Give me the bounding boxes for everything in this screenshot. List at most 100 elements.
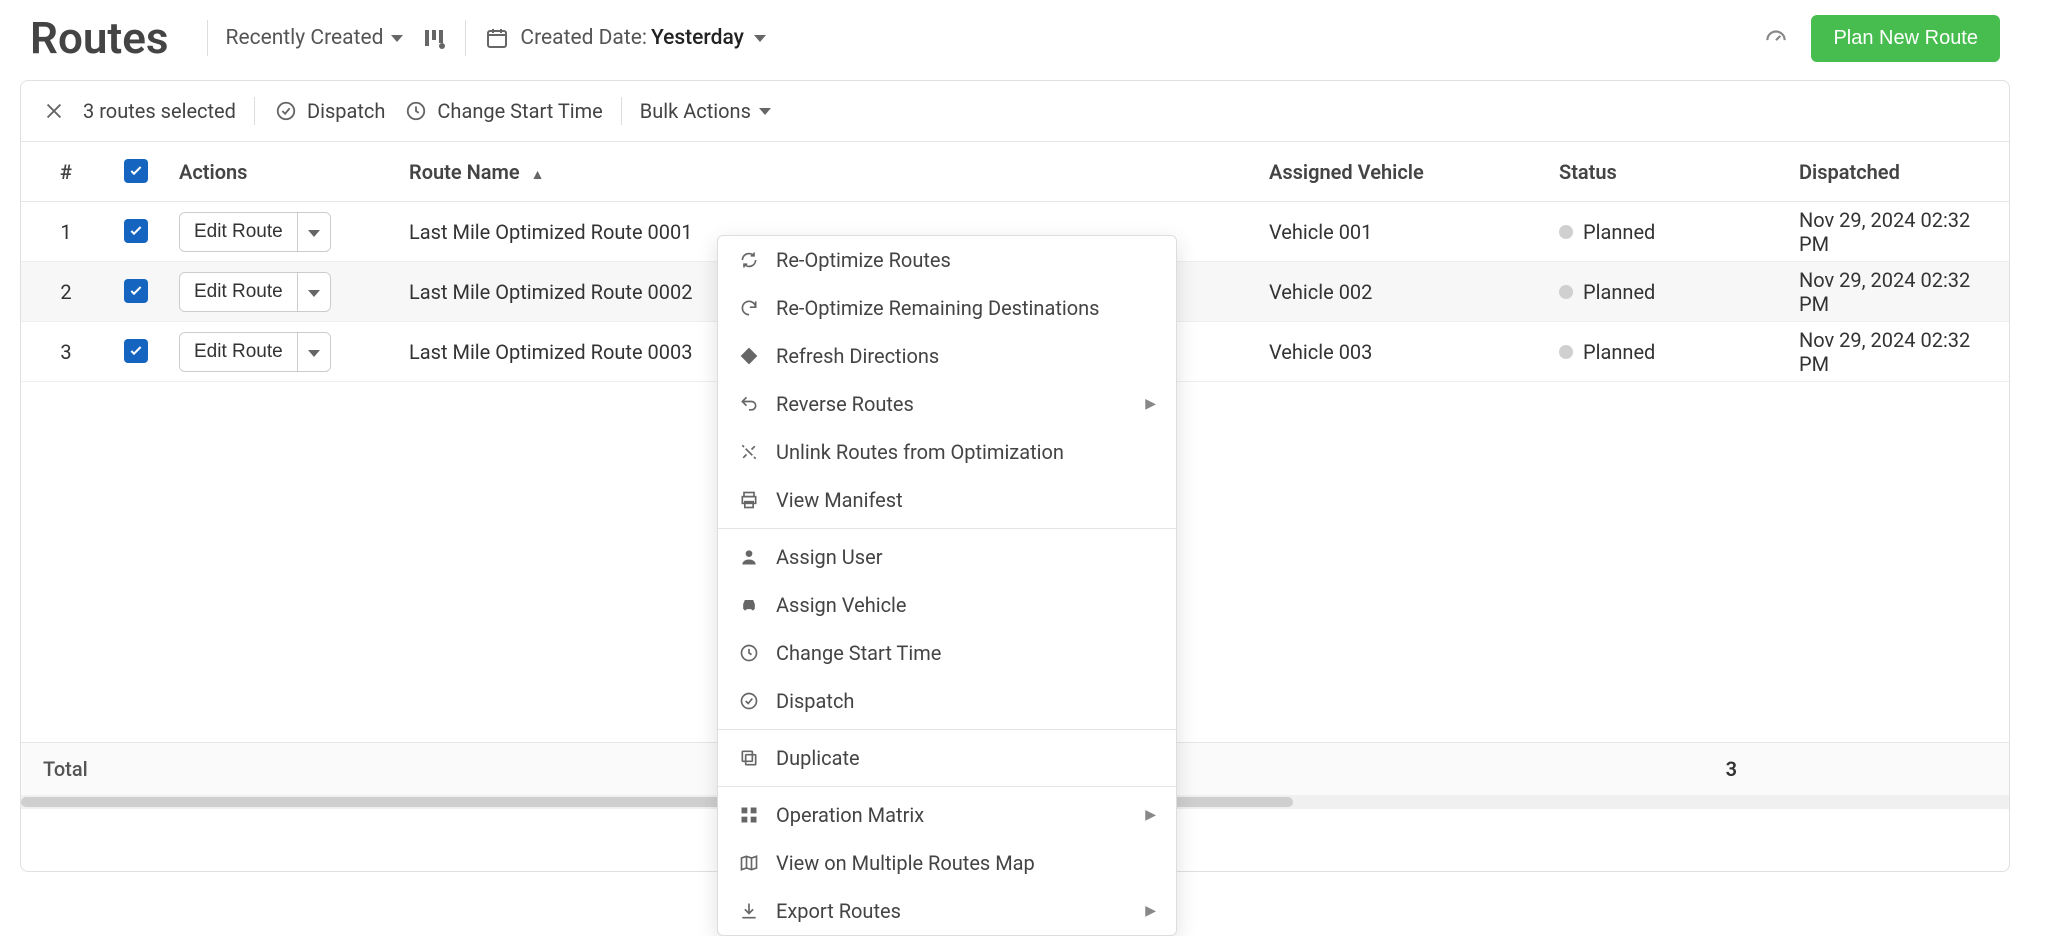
customize-columns-icon[interactable] — [421, 25, 447, 51]
row-number: 3 — [31, 340, 101, 364]
col-route-name[interactable]: Route Name ▲ — [401, 160, 1261, 184]
clock-icon — [403, 98, 429, 124]
status-label: Planned — [1583, 280, 1655, 304]
calendar-icon — [484, 25, 510, 51]
caret-down-icon — [754, 35, 766, 42]
menu-label: Assign User — [776, 545, 882, 569]
bulk-actions-dropdown[interactable]: Bulk Actions — [640, 99, 771, 123]
row-checkbox[interactable] — [101, 279, 171, 304]
menu-change-start-time[interactable]: Change Start Time — [718, 629, 1176, 677]
col-dispatched[interactable]: Dispatched — [1791, 160, 1999, 184]
view-filter-dropdown[interactable]: Recently Created — [226, 26, 404, 50]
menu-unlink-routes[interactable]: Unlink Routes from Optimization — [718, 428, 1176, 476]
status-label: Planned — [1583, 340, 1655, 364]
caret-down-icon — [308, 350, 320, 357]
menu-label: Dispatch — [776, 689, 854, 713]
created-date-filter[interactable]: Created Date: Yesterday — [520, 26, 766, 50]
menu-reoptimize-remaining[interactable]: Re-Optimize Remaining Destinations — [718, 284, 1176, 332]
total-label: Total — [43, 757, 88, 781]
menu-view-manifest[interactable]: View Manifest — [718, 476, 1176, 524]
menu-label: View Manifest — [776, 488, 903, 512]
row-status: Planned — [1551, 280, 1791, 304]
row-assigned-vehicle[interactable]: Vehicle 002 — [1261, 280, 1551, 304]
menu-assign-user[interactable]: Assign User — [718, 533, 1176, 581]
menu-label: View on Multiple Routes Map — [776, 851, 1035, 875]
edit-route-button[interactable]: Edit Route — [180, 213, 297, 251]
row-actions: Edit Route — [171, 332, 401, 372]
caret-down-icon — [391, 35, 403, 42]
bulk-actions-label: Bulk Actions — [640, 99, 751, 123]
edit-route-button[interactable]: Edit Route — [180, 333, 297, 371]
menu-separator — [718, 729, 1176, 730]
refresh-icon — [738, 249, 760, 271]
submenu-arrow-icon: ▶ — [1145, 903, 1156, 919]
speedometer-icon[interactable] — [1763, 25, 1789, 51]
row-actions: Edit Route — [171, 212, 401, 252]
view-filter-label: Recently Created — [226, 26, 384, 50]
edit-route-button-group: Edit Route — [179, 212, 331, 252]
edit-route-button[interactable]: Edit Route — [180, 273, 297, 311]
menu-operation-matrix[interactable]: Operation Matrix ▶ — [718, 791, 1176, 839]
created-date-label: Created Date: — [520, 26, 647, 50]
change-start-time-label: Change Start Time — [437, 99, 602, 123]
user-icon — [738, 546, 760, 568]
row-checkbox[interactable] — [101, 219, 171, 244]
status-dot-icon — [1559, 345, 1573, 359]
menu-view-multi-map[interactable]: View on Multiple Routes Map — [718, 839, 1176, 887]
menu-duplicate[interactable]: Duplicate — [718, 734, 1176, 782]
print-icon — [738, 489, 760, 511]
row-actions: Edit Route — [171, 272, 401, 312]
created-date-value: Yesterday — [651, 26, 744, 50]
undo-icon — [738, 393, 760, 415]
unlink-icon — [738, 441, 760, 463]
dispatch-icon — [738, 690, 760, 712]
row-status: Planned — [1551, 220, 1791, 244]
menu-reoptimize-routes[interactable]: Re-Optimize Routes — [718, 236, 1176, 284]
col-route-name-label: Route Name — [409, 160, 520, 184]
checkbox-checked-icon[interactable] — [124, 339, 148, 363]
col-assigned-vehicle[interactable]: Assigned Vehicle — [1261, 160, 1551, 184]
checkbox-checked-icon[interactable] — [124, 279, 148, 303]
menu-refresh-directions[interactable]: Refresh Directions — [718, 332, 1176, 380]
vehicle-icon — [738, 594, 760, 616]
clear-selection-icon[interactable] — [43, 100, 65, 122]
clock-icon — [738, 642, 760, 664]
menu-label: Unlink Routes from Optimization — [776, 440, 1064, 464]
checkbox-checked-icon[interactable] — [124, 219, 148, 243]
menu-dispatch[interactable]: Dispatch — [718, 677, 1176, 725]
menu-export-routes[interactable]: Export Routes ▶ — [718, 887, 1176, 935]
dispatch-action[interactable]: Dispatch — [273, 98, 385, 124]
selection-toolbar: 3 routes selected Dispatch Change Start … — [21, 81, 2009, 142]
dispatch-label: Dispatch — [307, 99, 385, 123]
menu-assign-vehicle[interactable]: Assign Vehicle — [718, 581, 1176, 629]
redo-icon — [738, 297, 760, 319]
row-assigned-vehicle[interactable]: Vehicle 001 — [1261, 220, 1551, 244]
row-checkbox[interactable] — [101, 339, 171, 364]
menu-separator — [718, 528, 1176, 529]
row-dispatched: Nov 29, 2024 02:32 PM — [1791, 268, 1999, 316]
edit-route-caret[interactable] — [297, 213, 330, 251]
edit-route-caret[interactable] — [297, 333, 330, 371]
bulk-actions-menu: Re-Optimize Routes Re-Optimize Remaining… — [717, 235, 1177, 936]
divider — [465, 20, 466, 56]
col-select-all[interactable] — [101, 159, 171, 184]
menu-label: Reverse Routes — [776, 392, 914, 416]
total-value: 3 — [1726, 757, 1737, 781]
menu-label: Refresh Directions — [776, 344, 939, 368]
menu-label: Re-Optimize Routes — [776, 248, 951, 272]
status-dot-icon — [1559, 285, 1573, 299]
row-assigned-vehicle[interactable]: Vehicle 003 — [1261, 340, 1551, 364]
row-status: Planned — [1551, 340, 1791, 364]
col-actions[interactable]: Actions — [171, 160, 401, 184]
col-number[interactable]: # — [31, 160, 101, 184]
col-status[interactable]: Status — [1551, 160, 1791, 184]
row-number: 1 — [31, 220, 101, 244]
divider — [621, 97, 622, 125]
change-start-time-action[interactable]: Change Start Time — [403, 98, 602, 124]
menu-reverse-routes[interactable]: Reverse Routes ▶ — [718, 380, 1176, 428]
edit-route-caret[interactable] — [297, 273, 330, 311]
checkbox-checked-icon[interactable] — [124, 159, 148, 183]
grid-icon — [738, 804, 760, 826]
menu-label: Change Start Time — [776, 641, 941, 665]
plan-new-route-button[interactable]: Plan New Route — [1811, 15, 2000, 62]
